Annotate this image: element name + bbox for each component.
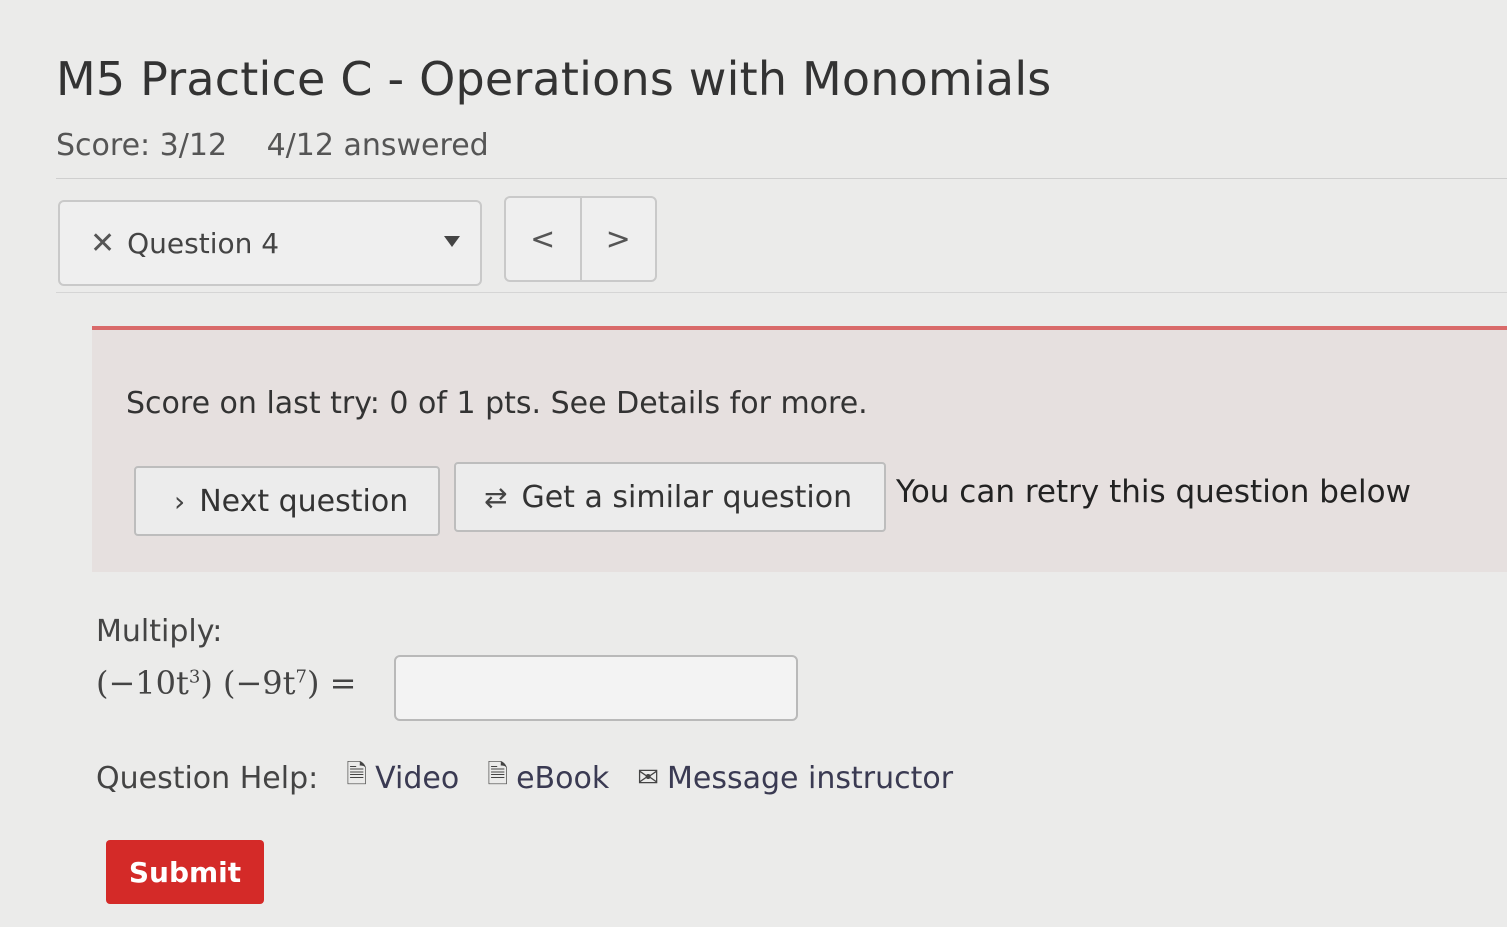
question-help: Question Help: 🗎 Video 🗎 eBook ✉ Message…: [96, 756, 953, 800]
question-pager: < >: [504, 196, 657, 282]
similar-question-button[interactable]: ⇄ Get a similar question: [454, 462, 886, 532]
page-title: M5 Practice C - Operations with Monomial…: [56, 52, 1052, 106]
ebook-label: eBook: [516, 760, 610, 796]
repeat-icon: ⇄: [484, 480, 508, 514]
retry-note: You can retry this question below: [896, 474, 1411, 510]
answer-input[interactable]: [394, 655, 798, 721]
assignment-page: M5 Practice C - Operations with Monomial…: [0, 0, 1507, 927]
video-link[interactable]: 🗎 Video: [346, 756, 459, 800]
caret-down-icon: [444, 236, 460, 247]
video-label: Video: [375, 760, 460, 796]
factor-1: (−10t: [96, 664, 189, 702]
equals-sign: =: [329, 664, 357, 702]
previous-question-button[interactable]: <: [506, 198, 580, 280]
document-icon: 🗎: [346, 760, 368, 790]
score-alert: Score on last try: 0 of 1 pts. See Detai…: [92, 326, 1507, 572]
next-question-label: Next question: [199, 483, 409, 519]
ebook-link[interactable]: 🗎 eBook: [487, 756, 609, 800]
next-question-button[interactable]: › Next question: [134, 466, 440, 536]
chevron-right-icon: ›: [174, 484, 186, 518]
question-select-label: Question 4: [127, 226, 280, 260]
answered-text: 4/12 answered: [266, 128, 489, 163]
exponent-2: 7: [295, 666, 307, 688]
submit-button[interactable]: Submit: [106, 840, 264, 904]
score-text: Score: 3/12: [56, 128, 228, 163]
exponent-1: 3: [188, 666, 201, 688]
score-summary: Score: 3/12 4/12 answered: [56, 128, 519, 163]
alert-message: Score on last try: 0 of 1 pts. See Detai…: [126, 386, 868, 421]
message-instructor-label: Message instructor: [667, 760, 954, 796]
message-instructor-link[interactable]: ✉ Message instructor: [637, 761, 953, 796]
question-prompt: Multiply:: [96, 614, 223, 649]
factor-2: (−9t: [222, 664, 296, 702]
document-icon: 🗎: [487, 760, 509, 790]
envelope-icon: ✉: [637, 763, 660, 793]
math-expression: (−10t3) (−9t7) =: [96, 664, 357, 702]
divider: [56, 178, 1507, 179]
next-question-arrow-button[interactable]: >: [579, 198, 656, 280]
question-help-label: Question Help:: [96, 760, 319, 796]
chevron-left-icon: <: [530, 221, 556, 257]
divider: [56, 292, 1507, 293]
similar-question-label: Get a similar question: [521, 479, 853, 515]
close-icon: ✕: [90, 225, 116, 261]
question-select[interactable]: ✕ Question 4: [58, 200, 482, 286]
chevron-right-icon: >: [605, 221, 631, 257]
